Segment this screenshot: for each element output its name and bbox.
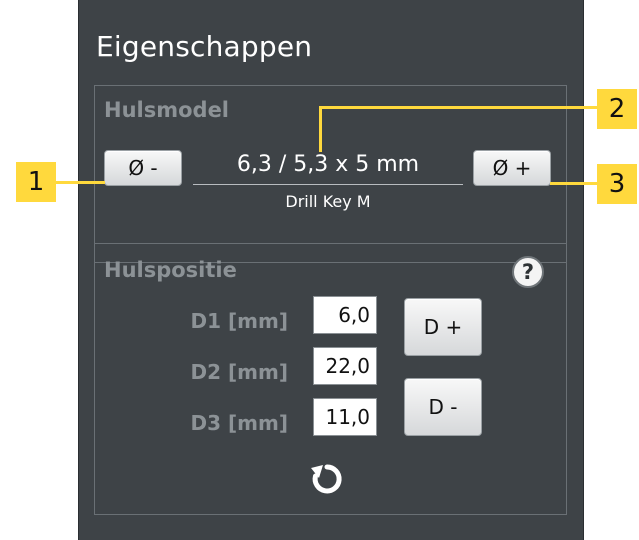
callout-1-line: [55, 181, 105, 184]
reset-icon[interactable]: [310, 462, 344, 496]
d1-label: D1 [mm]: [190, 309, 288, 333]
help-icon[interactable]: ?: [512, 256, 544, 288]
diameter-increase-button[interactable]: Ø +: [473, 150, 551, 186]
sleeve-position-title: Hulspositie: [104, 258, 237, 282]
d2-label: D2 [mm]: [190, 360, 288, 384]
callout-3-line: [550, 182, 600, 185]
d3-label: D3 [mm]: [190, 411, 288, 435]
callout-2: 2: [597, 89, 637, 129]
callout-2-line-vertical: [319, 106, 322, 152]
d2-field[interactable]: [313, 347, 377, 385]
callout-3: 3: [597, 164, 637, 204]
sleeve-dimensions: 6,3 / 5,3 x 5 mm: [236, 152, 420, 177]
diameter-decrease-button[interactable]: Ø -: [104, 150, 182, 186]
callout-1: 1: [16, 162, 56, 202]
d3-field[interactable]: [313, 398, 377, 436]
sleeve-name: Drill Key M: [285, 192, 371, 211]
sleeve-model-title: Hulsmodel: [104, 98, 230, 122]
d-plus-button[interactable]: D +: [404, 298, 482, 356]
d1-field[interactable]: [313, 296, 377, 334]
callout-2-line: [319, 106, 599, 109]
sleeve-divider: [193, 184, 463, 185]
d-minus-button[interactable]: D -: [404, 378, 482, 436]
panel-title: Eigenschappen: [96, 30, 313, 63]
